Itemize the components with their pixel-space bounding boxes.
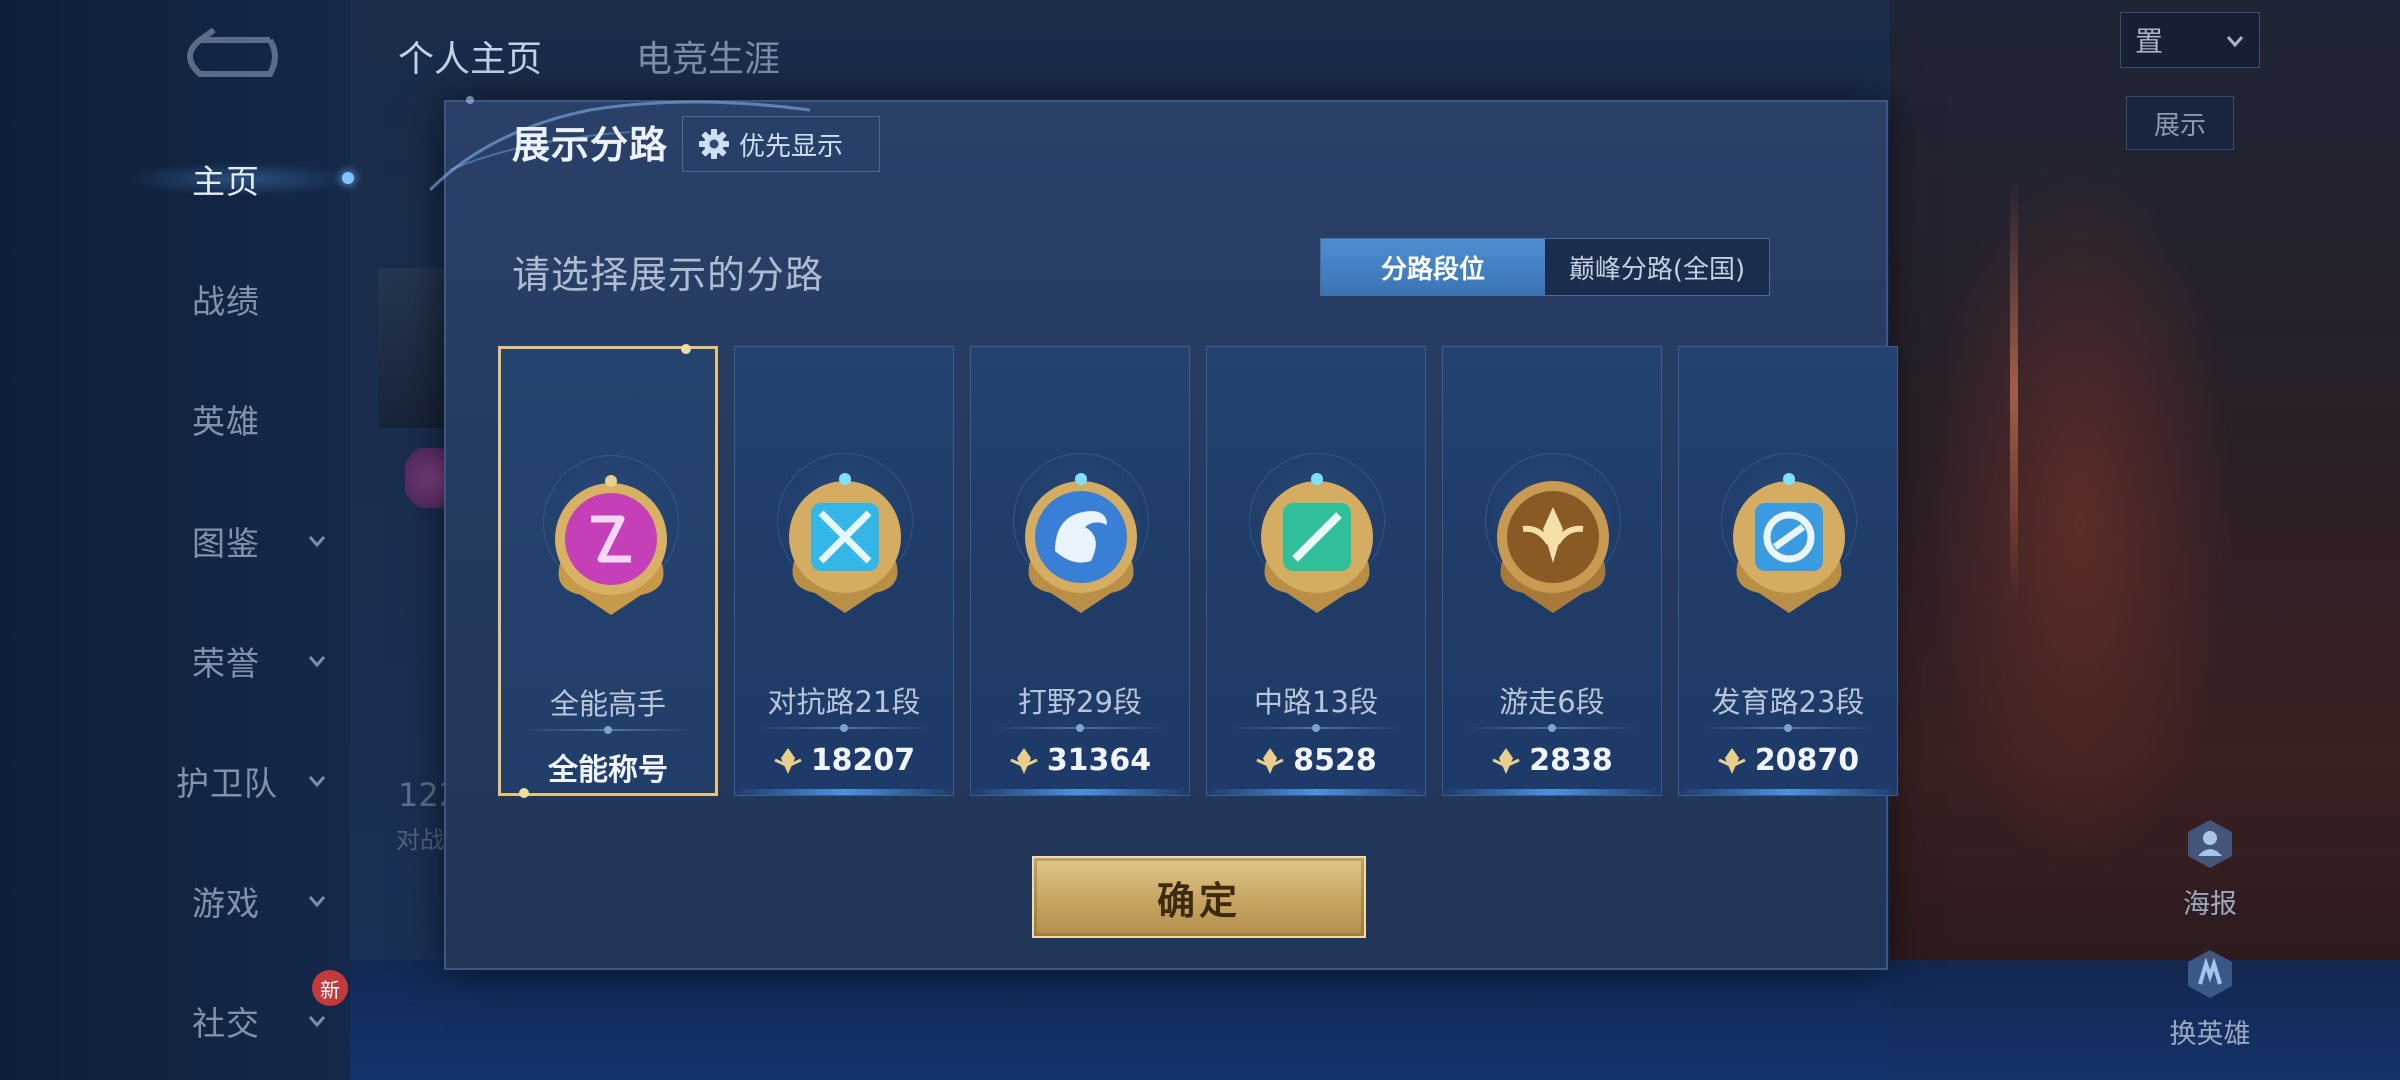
lane-score: 31364 bbox=[971, 743, 1189, 778]
lane-score-value: 18207 bbox=[810, 743, 916, 778]
card-divider bbox=[1229, 724, 1403, 732]
lane-score: 2838 bbox=[1443, 743, 1661, 778]
confirm-button[interactable]: 确定 bbox=[1032, 856, 1366, 938]
priority-display-button[interactable]: 优先显示 bbox=[682, 116, 880, 172]
rank-points-icon bbox=[1718, 747, 1746, 774]
sidebar-item-record[interactable]: 战绩 bbox=[0, 264, 350, 334]
priority-display-label: 优先显示 bbox=[739, 131, 844, 162]
lane-card-clash[interactable]: 对抗路21段 18207 bbox=[734, 346, 954, 796]
lane-score: 20870 bbox=[1679, 743, 1897, 778]
sidebar-item-label: 游戏 bbox=[192, 884, 260, 923]
show-button[interactable]: 展示 bbox=[2126, 96, 2234, 150]
lane-card-roam[interactable]: 游走6段 2838 bbox=[1442, 346, 1662, 796]
sidebar-item-social[interactable]: 社交 bbox=[0, 986, 350, 1056]
select-prompt: 请选择展示的分路 bbox=[512, 253, 825, 297]
card-divider bbox=[1701, 724, 1875, 732]
mid-lane-medal-icon bbox=[1261, 473, 1373, 613]
sidebar-item-games[interactable]: 游戏 bbox=[0, 866, 350, 936]
lane-rank-label: 打野29段 bbox=[1018, 685, 1142, 719]
rank-points-icon bbox=[1256, 747, 1284, 774]
allround-medal-icon bbox=[555, 475, 667, 615]
sidebar-item-label: 荣誉 bbox=[192, 644, 260, 683]
lane-score-value: 2838 bbox=[1529, 743, 1613, 778]
tab-peak-lane[interactable]: 巅峰分路(全国) bbox=[1545, 239, 1769, 295]
chevron-down-icon bbox=[308, 656, 326, 668]
rank-points-icon bbox=[774, 747, 802, 774]
sidebar-item-label: 图鉴 bbox=[192, 524, 260, 563]
card-divider bbox=[993, 724, 1167, 732]
dropdown-label: 置 bbox=[2135, 25, 2164, 58]
poster-icon bbox=[2188, 820, 2232, 868]
lane-rank-label: 中路13段 bbox=[1254, 685, 1378, 719]
new-badge: 新 bbox=[312, 970, 348, 1006]
corner-dot bbox=[681, 344, 691, 354]
sidebar: 主页 战绩 英雄 图鉴 荣誉 护卫队 游戏 社交 新 bbox=[0, 0, 360, 1080]
sidebar-item-label: 英雄 bbox=[192, 402, 260, 441]
sidebar-item-codex[interactable]: 图鉴 bbox=[0, 506, 350, 576]
active-indicator bbox=[342, 172, 354, 184]
sidebar-item-label: 主页 bbox=[192, 162, 260, 201]
chevron-down-icon bbox=[2226, 36, 2244, 48]
lane-score-value: 20870 bbox=[1754, 743, 1860, 778]
lane-rank-label: 游走6段 bbox=[1499, 685, 1605, 719]
lane-score: 全能称号 bbox=[501, 745, 715, 789]
chevron-down-icon bbox=[308, 1016, 326, 1028]
corner-dot bbox=[519, 788, 529, 798]
lane-score: 18207 bbox=[735, 743, 953, 778]
background-footer bbox=[350, 960, 2400, 1080]
card-divider bbox=[523, 726, 693, 734]
poster-button[interactable]: 海报 bbox=[2150, 816, 2270, 921]
lane-score: 8528 bbox=[1207, 743, 1425, 778]
rank-points-icon bbox=[1010, 747, 1038, 774]
lane-rank-label: 对抗路21段 bbox=[767, 685, 921, 719]
lane-rank-label: 全能高手 bbox=[549, 687, 666, 721]
lane-score-value: 31364 bbox=[1046, 743, 1152, 778]
jungle-medal-icon bbox=[1025, 473, 1137, 613]
switch-hero-label: 换英雄 bbox=[2169, 1019, 2251, 1050]
hero-artwork bbox=[1890, 0, 2400, 1080]
card-divider bbox=[1465, 724, 1639, 732]
chevron-down-icon bbox=[308, 896, 326, 908]
sidebar-item-label: 护卫队 bbox=[176, 764, 278, 803]
lane-score-value: 全能称号 bbox=[548, 753, 668, 788]
back-icon[interactable] bbox=[180, 28, 280, 84]
lane-card-mid[interactable]: 中路13段 8528 bbox=[1206, 346, 1426, 796]
clash-lane-medal-icon bbox=[789, 473, 901, 613]
sidebar-item-label: 战绩 bbox=[192, 282, 260, 321]
lane-card-farm[interactable]: 发育路23段 20870 bbox=[1678, 346, 1898, 796]
lane-card-jungle[interactable]: 打野29段 31364 bbox=[970, 346, 1190, 796]
poster-label: 海报 bbox=[2183, 889, 2237, 920]
tab-lane-rank[interactable]: 分路段位 bbox=[1321, 239, 1545, 295]
roam-medal-icon bbox=[1497, 481, 1609, 613]
chevron-down-icon bbox=[308, 536, 326, 548]
lane-rank-label: 发育路23段 bbox=[1711, 685, 1865, 719]
mode-toggle: 分路段位 巅峰分路(全国) bbox=[1320, 238, 1770, 296]
settings-dropdown[interactable]: 置 bbox=[2120, 12, 2260, 68]
farm-lane-medal-icon bbox=[1733, 473, 1845, 613]
lane-score-value: 8528 bbox=[1293, 743, 1377, 778]
card-divider bbox=[757, 724, 931, 732]
chevron-down-icon bbox=[308, 776, 326, 788]
sidebar-item-heroes[interactable]: 英雄 bbox=[0, 384, 350, 454]
dialog-title: 展示分路 bbox=[512, 123, 669, 167]
sidebar-item-guard[interactable]: 护卫队 bbox=[0, 746, 350, 816]
sidebar-item-honor[interactable]: 荣誉 bbox=[0, 626, 350, 696]
switch-hero-button[interactable]: 换英雄 bbox=[2150, 946, 2270, 1051]
gear-icon bbox=[699, 129, 729, 159]
rank-points-icon bbox=[1492, 747, 1520, 774]
sidebar-item-label: 社交 bbox=[192, 1004, 260, 1043]
switch-hero-icon bbox=[2188, 950, 2232, 998]
lane-card-allround[interactable]: 全能高手 全能称号 bbox=[498, 344, 718, 798]
sidebar-item-home[interactable]: 主页 bbox=[0, 144, 360, 214]
